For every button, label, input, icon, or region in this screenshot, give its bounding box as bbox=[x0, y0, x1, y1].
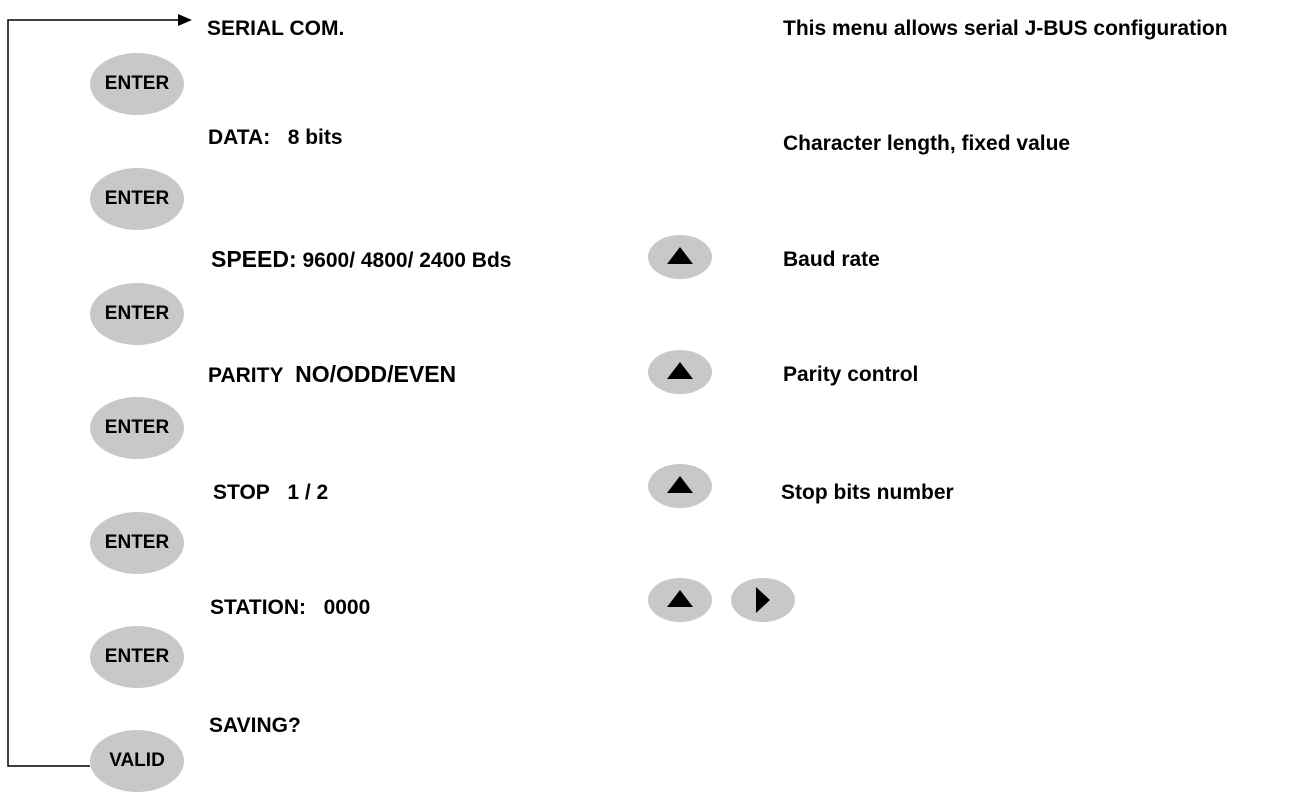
speed-label: SPEED: bbox=[211, 246, 297, 272]
stop-value: 1 / 2 bbox=[287, 481, 329, 504]
menu-title: SERIAL COM. bbox=[207, 17, 345, 40]
parity-step: PARITY NO/ODD/EVEN bbox=[208, 361, 457, 387]
triangle-up-icon bbox=[667, 362, 693, 379]
station-value: 0000 bbox=[323, 596, 371, 619]
speed-note: Baud rate bbox=[783, 248, 880, 271]
speed-value: 9600/ 4800/ 2400 Bds bbox=[302, 249, 512, 272]
enter-button[interactable]: ENTER bbox=[90, 168, 184, 230]
parity-label: PARITY bbox=[208, 364, 284, 387]
enter-button[interactable]: ENTER bbox=[90, 626, 184, 688]
right-arrow-button[interactable] bbox=[731, 578, 795, 622]
up-arrow-button[interactable] bbox=[648, 235, 712, 279]
stop-note: Stop bits number bbox=[781, 481, 954, 504]
station-step: STATION: 0000 bbox=[210, 597, 370, 618]
enter-button[interactable]: ENTER bbox=[90, 512, 184, 574]
enter-button[interactable]: ENTER bbox=[90, 283, 184, 345]
enter-button[interactable]: ENTER bbox=[90, 53, 184, 115]
parity-note: Parity control bbox=[783, 363, 919, 386]
enter-button[interactable]: ENTER bbox=[90, 397, 184, 459]
up-arrow-button[interactable] bbox=[648, 464, 712, 508]
data-label: DATA: bbox=[208, 126, 271, 149]
triangle-up-icon bbox=[667, 476, 693, 493]
triangle-up-icon bbox=[667, 247, 693, 264]
stop-label: STOP bbox=[213, 481, 270, 504]
station-label: STATION: bbox=[210, 596, 307, 619]
menu-description: This menu allows serial J-BUS configurat… bbox=[783, 17, 1228, 40]
data-note: Character length, fixed value bbox=[783, 132, 1071, 155]
stop-step: STOP 1 / 2 bbox=[213, 482, 328, 503]
speed-step: SPEED: 9600/ 4800/ 2400 Bds bbox=[211, 246, 512, 272]
saving-prompt: SAVING? bbox=[209, 714, 301, 737]
parity-value: NO/ODD/EVEN bbox=[295, 361, 457, 387]
up-arrow-button[interactable] bbox=[648, 578, 712, 622]
flow-loop-line bbox=[7, 14, 192, 767]
data-value: 8 bits bbox=[287, 126, 343, 149]
triangle-right-icon bbox=[756, 587, 770, 613]
data-step: DATA: 8 bits bbox=[208, 127, 343, 148]
valid-button[interactable]: VALID bbox=[90, 730, 184, 792]
up-arrow-button[interactable] bbox=[648, 350, 712, 394]
triangle-up-icon bbox=[667, 590, 693, 607]
